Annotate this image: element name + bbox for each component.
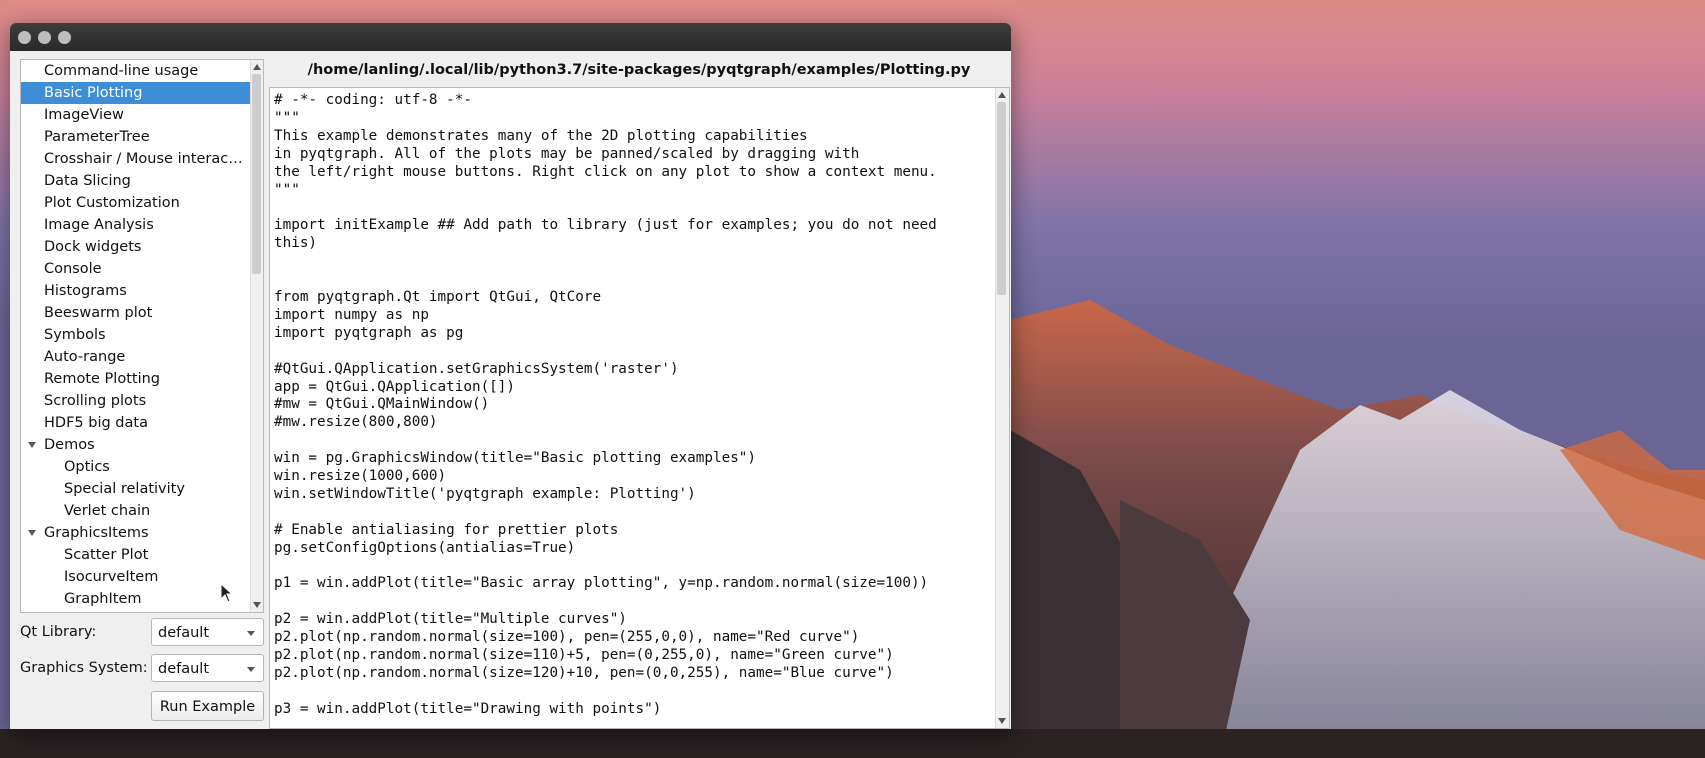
tree-item[interactable]: Crosshair / Mouse interac… [21,148,250,170]
tree-item[interactable]: Histograms [21,280,250,302]
tree-item[interactable]: Optics [21,456,250,478]
tree-item[interactable]: Verlet chain [21,500,250,522]
tree-item-label: Dock widgets [44,239,142,255]
pyqtgraph-examples-window: Command-line usage Basic Plotting ImageVie… [10,23,1011,729]
tree-item[interactable]: GraphicsItems [21,522,250,544]
tree-item-label: HDF5 big data [44,415,148,431]
tree-item[interactable]: Data Slicing [21,170,250,192]
tree-item-label: Symbols [44,327,106,343]
tree-item[interactable]: IsocurveItem [21,566,250,588]
file-path-label: /home/lanling/.local/lib/python3.7/site-… [307,62,971,78]
tree-item-label: Console [44,261,102,277]
tree-item[interactable]: Auto-range [21,346,250,368]
tree-item[interactable]: Basic Plotting [21,82,250,104]
chevron-down-icon [247,631,255,636]
tree-item-label: Data Slicing [44,173,131,189]
tree-item[interactable]: ParameterTree [21,126,250,148]
tree-item[interactable]: Remote Plotting [21,368,250,390]
tree-item-label: Auto-range [44,349,126,365]
tree-item[interactable]: GraphItem [21,588,250,610]
examples-tree[interactable]: Command-line usage Basic Plotting ImageVie… [20,59,264,613]
tree-item-label: IsocurveItem [64,569,159,585]
examples-tree-list: Command-line usage Basic Plotting ImageVie… [21,60,250,610]
close-window-button[interactable] [18,31,31,44]
tree-item[interactable]: Plot Customization [21,192,250,214]
tree-scrollbar[interactable] [250,60,263,612]
qt-library-combo[interactable]: default [151,618,264,646]
tree-item-label: Crosshair / Mouse interac… [44,151,243,167]
tree-item-label: Command-line usage [44,63,199,79]
tree-item[interactable]: Demos [21,434,250,456]
graphics-system-value: default [158,661,210,677]
code-text[interactable]: # -*- coding: utf-8 -*- """ This example… [270,88,1009,719]
graphics-system-label: Graphics System: [20,660,148,676]
tree-item-label: GraphItem [64,591,142,607]
tree-item-label: Scatter Plot [64,547,149,563]
tree-item-label: Demos [44,437,95,453]
tree-item[interactable]: Scrolling plots [21,390,250,412]
tree-scrollbar-thumb[interactable] [252,74,261,274]
tree-item-label: Image Analysis [44,217,154,233]
tree-item[interactable]: Symbols [21,324,250,346]
tree-item[interactable]: Command-line usage [21,60,250,82]
scroll-down-arrow-icon[interactable] [253,602,261,608]
tree-item-label: Basic Plotting [44,85,143,101]
code-scrollbar-thumb[interactable] [997,102,1006,295]
tree-item-label: Scrolling plots [44,393,147,409]
tree-item[interactable]: ImageView [21,104,250,126]
scroll-up-arrow-icon[interactable] [998,92,1006,98]
tree-item[interactable]: Console [21,258,250,280]
qt-library-value: default [158,625,210,641]
minimize-window-button[interactable] [38,31,51,44]
graphics-system-combo[interactable]: default [151,654,264,682]
scroll-down-arrow-icon[interactable] [998,718,1006,724]
qt-library-label: Qt Library: [20,624,97,640]
tree-item-label: ImageView [44,107,124,123]
mouse-pointer-icon [220,583,234,603]
tree-item-label: Remote Plotting [44,371,160,387]
tree-item[interactable]: Image Analysis [21,214,250,236]
run-example-button[interactable]: Run Example [151,691,264,721]
code-editor[interactable]: # -*- coding: utf-8 -*- """ This example… [269,87,1010,729]
tree-item-label: Plot Customization [44,195,180,211]
tree-item[interactable]: Scatter Plot [21,544,250,566]
tree-item-label: Histograms [44,283,127,299]
tree-item[interactable]: Beeswarm plot [21,302,250,324]
tree-item-label: Optics [64,459,110,475]
tree-item[interactable]: Dock widgets [21,236,250,258]
code-scrollbar[interactable] [995,88,1009,728]
window-titlebar[interactable] [10,23,1011,51]
tree-item-label: Verlet chain [64,503,151,519]
expand-arrow-icon[interactable] [28,442,36,448]
tree-item[interactable]: Special relativity [21,478,250,500]
tree-item-label: GraphicsItems [44,525,149,541]
tree-item[interactable]: HDF5 big data [21,412,250,434]
scroll-up-arrow-icon[interactable] [253,64,261,70]
tree-item-label: ParameterTree [44,129,150,145]
chevron-down-icon [247,667,255,672]
expand-arrow-icon[interactable] [28,530,36,536]
tree-item-label: Special relativity [64,481,185,497]
maximize-window-button[interactable] [58,31,71,44]
tree-item-label: Beeswarm plot [44,305,153,321]
